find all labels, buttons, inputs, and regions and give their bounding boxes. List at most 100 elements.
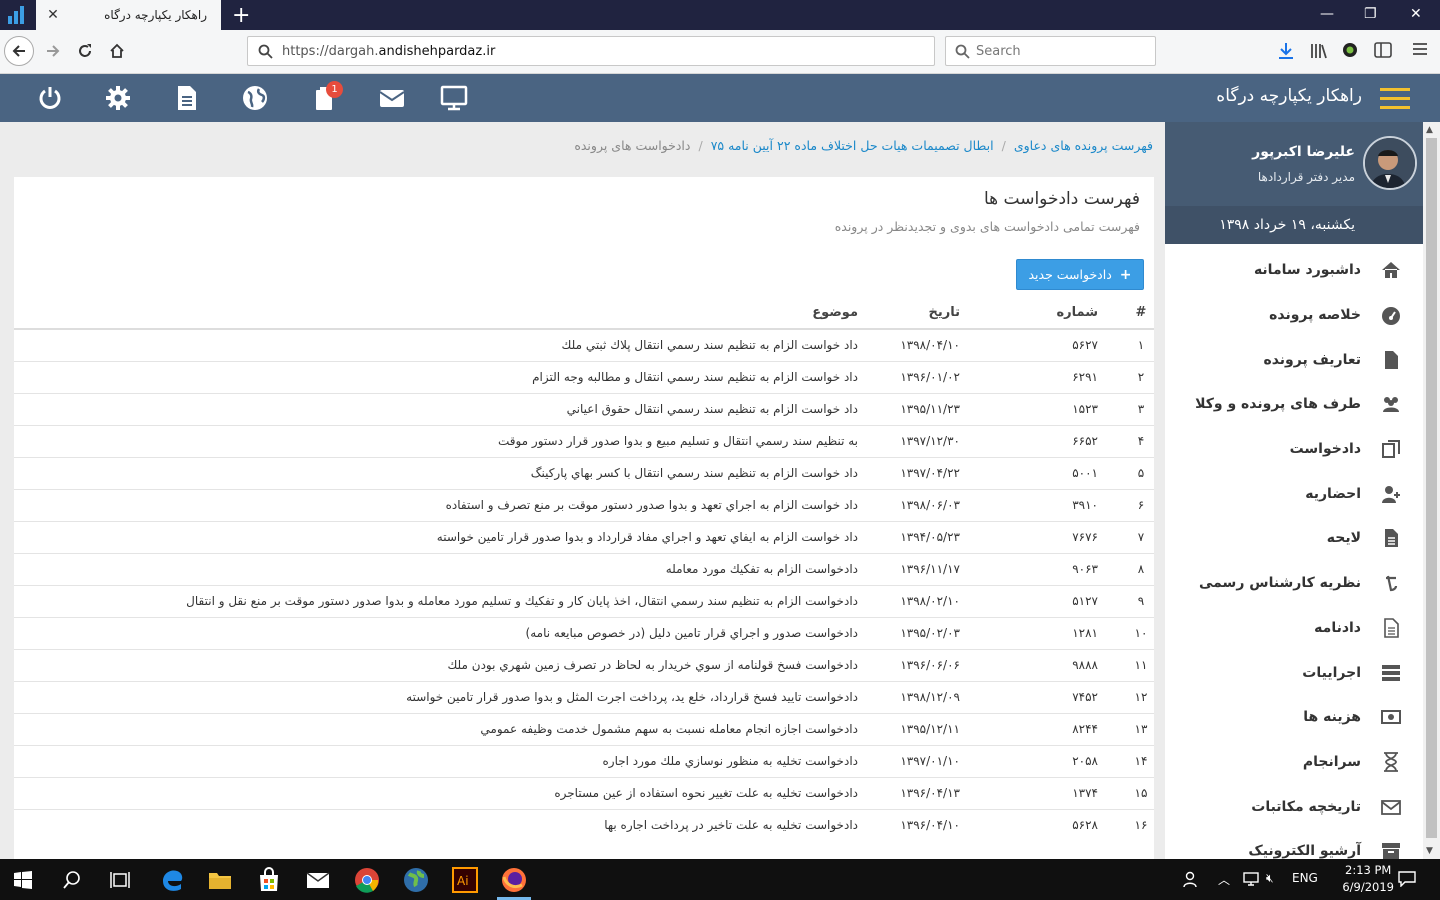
hamburger-icon[interactable] [1380, 88, 1410, 110]
illustrator-icon[interactable]: Ai [452, 867, 478, 893]
sidebar-item-13[interactable]: تاریخچه مکاتبات [1165, 784, 1423, 829]
row-index: ۳ [1128, 392, 1154, 425]
firefox-icon[interactable] [501, 867, 527, 893]
envelope-icon[interactable] [378, 84, 406, 112]
table-row[interactable]: ۹ ۵۱۲۷ ۱۳۹۸/۰۲/۱۰ دادخواست الزام به تنظيم س… [14, 584, 1154, 617]
monitor-icon[interactable] [440, 84, 468, 112]
close-tab-icon[interactable]: ✕ [44, 7, 62, 23]
table-row[interactable]: ۱۳ ۸۲۴۴ ۱۳۹۵/۱۲/۱۱ دادخواست اجازه انجام معا… [14, 712, 1154, 745]
extension-icon[interactable] [1342, 42, 1358, 58]
globe-icon[interactable] [241, 84, 269, 112]
row-date: ۱۳۹۶/۰۱/۰۲ [866, 360, 998, 393]
table-row[interactable]: ۲ ۶۲۹۱ ۱۳۹۶/۰۱/۰۲ داد خواست الزام به تنظيم … [14, 360, 1154, 393]
table-row[interactable]: ۷ ۷۶۷۶ ۱۳۹۴/۰۵/۲۳ داد خواست الزام به ايفاي … [14, 520, 1154, 553]
restore-icon[interactable]: ❐ [1364, 6, 1377, 22]
reload-button[interactable] [70, 36, 100, 66]
table-row[interactable]: ۱۲ ۷۴۵۲ ۱۳۹۸/۱۲/۰۹ دادخواست تاييد فسخ قرارد… [14, 680, 1154, 713]
scroll-down-icon[interactable]: ▼ [1426, 846, 1433, 856]
search-icon[interactable] [62, 870, 82, 890]
sidebar-item-9[interactable]: دادنامه [1165, 606, 1423, 651]
avatar[interactable] [1363, 136, 1417, 190]
windows-start-icon[interactable] [14, 871, 32, 889]
table-row[interactable]: ۱۴ ۲۰۵۸ ۱۳۹۷/۰۱/۱۰ دادخواست تخليه به منظور … [14, 744, 1154, 777]
edge-icon[interactable] [159, 867, 185, 893]
chrome-icon[interactable] [354, 867, 380, 893]
new-petition-button[interactable]: + دادخواست جدید [1016, 259, 1144, 290]
sidebar-toggle-icon[interactable] [1374, 42, 1392, 58]
row-number: ۱۳۷۴ [998, 776, 1128, 809]
input-language[interactable]: ENG [1292, 871, 1318, 885]
home-button[interactable] [102, 36, 132, 66]
petitions-card: فهرست دادخواست ها فهرست تمامی دادخواست ه… [14, 177, 1154, 859]
table-row[interactable]: ۱۱ ۹۸۸۸ ۱۳۹۶/۰۶/۰۶ دادخواست فسخ قولنامه از … [14, 648, 1154, 681]
sidebar-item-1[interactable]: داشبورد سامانه [1165, 248, 1423, 293]
scroll-up-icon[interactable]: ▲ [1426, 125, 1433, 135]
network-icon[interactable] [1242, 871, 1260, 887]
back-button[interactable] [4, 36, 34, 66]
table-row[interactable]: ۱۵ ۱۳۷۴ ۱۳۹۶/۰۴/۱۳ دادخواست تخليه به علت تغ… [14, 776, 1154, 809]
system-clock[interactable]: 2:13 PM 6/9/2019 [1342, 862, 1394, 896]
sidebar-item-12[interactable]: سرانجام [1165, 740, 1423, 785]
notifications-icon[interactable] [1398, 871, 1416, 887]
gear-icon[interactable] [104, 84, 132, 112]
row-subject: داد خواست الزام به تنظيم سند رسمي انتقال… [14, 392, 866, 425]
minimize-icon[interactable]: — [1320, 6, 1334, 22]
mail-icon[interactable] [305, 867, 331, 893]
sidebar-item-label: هزینه ها [1303, 709, 1361, 726]
sidebar-item-10[interactable]: اجراییات [1165, 650, 1423, 695]
power-icon[interactable] [36, 84, 64, 112]
table-row[interactable]: ۱۰ ۱۲۸۱ ۱۳۹۵/۰۲/۰۳ دادخواست صدور و اجراي قر… [14, 616, 1154, 649]
people-icon[interactable] [1182, 871, 1198, 887]
table-row[interactable]: ۶ ۳۹۱۰ ۱۳۹۸/۰۶/۰۳ داد خواست الزام به اجراي … [14, 488, 1154, 521]
breadcrumb-case[interactable]: ابطال تصمیمات هیات حل اختلاف ماده ۲۲ آیی… [711, 138, 994, 153]
library-icon[interactable] [1310, 42, 1328, 60]
sidebar-item-label: آرشیو الکترونیک [1248, 843, 1361, 859]
task-view-icon[interactable] [110, 870, 130, 890]
new-tab-icon[interactable]: + [232, 3, 250, 28]
forward-button[interactable] [38, 36, 68, 66]
search-input[interactable]: Search [945, 36, 1156, 66]
sidebar-item-4[interactable]: طرف های پرونده و وکلا [1165, 382, 1423, 427]
table-row[interactable]: ۵ ۵۰۰۱ ۱۳۹۷/۰۴/۲۲ داد خواست الزام به تنظيم … [14, 456, 1154, 489]
table-row[interactable]: ۱۶ ۵۶۲۸ ۱۳۹۶/۰۴/۱۰ دادخواست تخليه به علت تا… [14, 808, 1154, 841]
document-icon[interactable] [173, 84, 201, 112]
sidebar-item-8[interactable]: نظریه کارشناس رسمی [1165, 561, 1423, 606]
plus-icon: + [1119, 266, 1132, 283]
user-photo-icon [1365, 138, 1415, 188]
table-row[interactable]: ۱ ۵۶۲۷ ۱۳۹۸/۰۴/۱۰ داد خواست الزام به تنظیم … [14, 328, 1154, 361]
table-row[interactable]: ۴ ۶۶۵۲ ۱۳۹۷/۱۲/۳۰ به تنظيم سند رسمي انتقال … [14, 424, 1154, 457]
sidebar-item-2[interactable]: خلاصه پرونده [1165, 293, 1423, 338]
row-index: ۱ [1128, 328, 1154, 361]
globe-app-icon[interactable] [403, 867, 429, 893]
store-icon[interactable] [256, 867, 282, 893]
volume-icon[interactable]: 🔇︎ [1266, 871, 1274, 886]
row-subject: دادخواست الزام به تفكيك مورد معامله [14, 552, 866, 585]
breadcrumb-cases-list[interactable]: فهرست پرونده های دعاوی [1014, 138, 1153, 153]
download-icon[interactable] [1278, 42, 1294, 60]
row-number: ۹۸۸۸ [998, 648, 1128, 681]
col-number: شماره [998, 297, 1128, 330]
close-window-icon[interactable]: ✕ [1410, 6, 1422, 22]
row-date: ۱۳۹۸/۰۲/۱۰ [866, 584, 998, 617]
sidebar-item-3[interactable]: تعاریف پرونده [1165, 337, 1423, 382]
arrow-left-icon [12, 45, 25, 57]
sidebar-item-11[interactable]: هزینه ها [1165, 695, 1423, 740]
windows-taskbar: Ai ︿ 🔇︎ ENG 2:13 PM 6/9/2019 [0, 859, 1440, 900]
sidebar-item-5[interactable]: دادخواست [1165, 427, 1423, 472]
browser-tab[interactable]: راهکار یکپارچه درگاه ✕ [36, 0, 221, 30]
row-date: ۱۳۹۶/۰۶/۰۶ [866, 648, 998, 681]
row-number: ۶۶۵۲ [998, 424, 1128, 457]
scroll-thumb[interactable] [1426, 138, 1437, 838]
sidebar-item-7[interactable]: لایحه [1165, 516, 1423, 561]
table-row[interactable]: ۳ ۱۵۲۳ ۱۳۹۵/۱۱/۲۳ داد خواست الزام به تنظيم … [14, 392, 1154, 425]
table-row[interactable]: ۸ ۹۰۶۳ ۱۳۹۶/۱۱/۱۷ دادخواست الزام به تفكيك م… [14, 552, 1154, 585]
tray-chevron-icon[interactable]: ︿ [1218, 871, 1230, 888]
row-subject: دادخواست صدور و اجراي قرار تامين دليل (د… [14, 616, 866, 649]
menu-icon[interactable] [1412, 42, 1428, 56]
sidebar-item-14[interactable]: آرشیو الکترونیک [1165, 829, 1423, 859]
scrollbar[interactable]: ▲ ▼ [1423, 122, 1440, 859]
address-bar[interactable]: https://dargah. andishehpardaz.ir [247, 36, 935, 66]
currency-icon [1379, 572, 1403, 594]
file-explorer-icon[interactable] [207, 867, 233, 893]
sidebar-item-6[interactable]: احضاریه [1165, 471, 1423, 516]
